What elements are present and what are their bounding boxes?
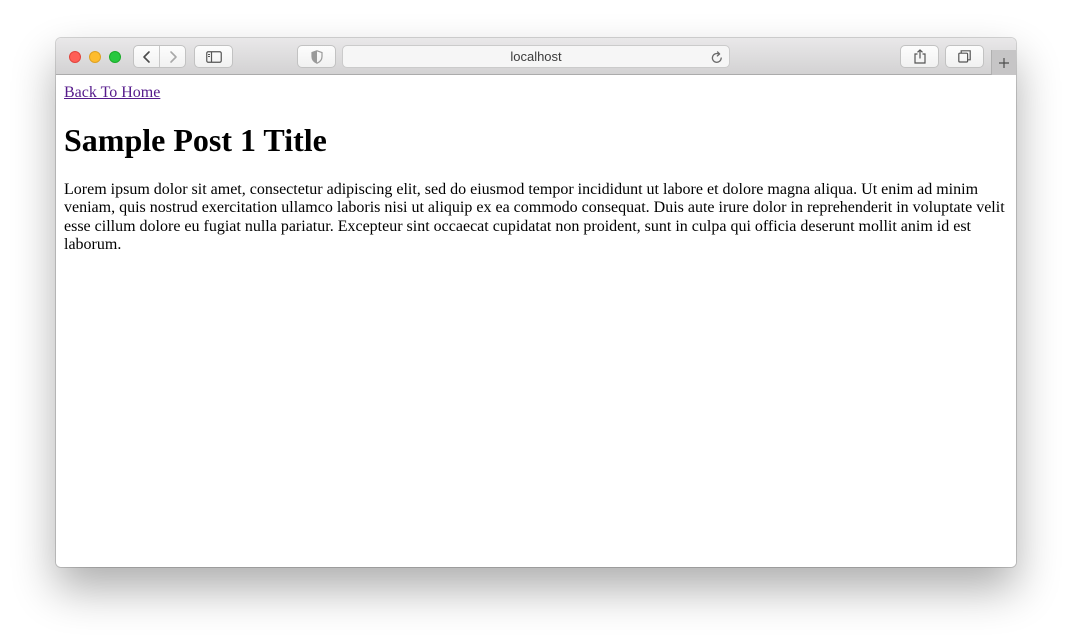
close-window-button[interactable] (69, 51, 81, 63)
post-title: Sample Post 1 Title (64, 122, 327, 158)
chevron-right-icon (169, 50, 177, 63)
new-tab-button[interactable] (991, 50, 1016, 75)
shield-icon (310, 49, 323, 64)
history-navigation (133, 45, 186, 68)
tabs-overview-icon (958, 50, 971, 63)
url-text: localhost (510, 49, 562, 64)
plus-icon (999, 57, 1009, 68)
reload-button[interactable] (710, 50, 724, 64)
back-button[interactable] (134, 46, 159, 67)
share-icon (913, 49, 926, 64)
tab-overview-button[interactable] (945, 45, 984, 68)
chevron-left-icon (142, 50, 150, 63)
sidebar-toggle-button[interactable] (194, 45, 233, 68)
maximize-window-button[interactable] (109, 51, 121, 63)
forward-button[interactable] (159, 46, 185, 67)
browser-toolbar: localhost (56, 38, 1016, 75)
minimize-window-button[interactable] (89, 51, 101, 63)
browser-window: localhost Back To Home Sample Post 1 Tit… (56, 38, 1016, 567)
post-body: Lorem ipsum dolor sit amet, consectetur … (64, 181, 1005, 254)
reload-icon (711, 51, 722, 63)
share-button[interactable] (900, 45, 939, 68)
page-content: Back To Home Sample Post 1 Title Lorem i… (56, 75, 1016, 567)
address-bar[interactable]: localhost (342, 45, 730, 68)
privacy-report-button[interactable] (297, 45, 336, 68)
sidebar-icon (205, 50, 222, 63)
back-to-home-link[interactable]: Back To Home (64, 83, 160, 102)
